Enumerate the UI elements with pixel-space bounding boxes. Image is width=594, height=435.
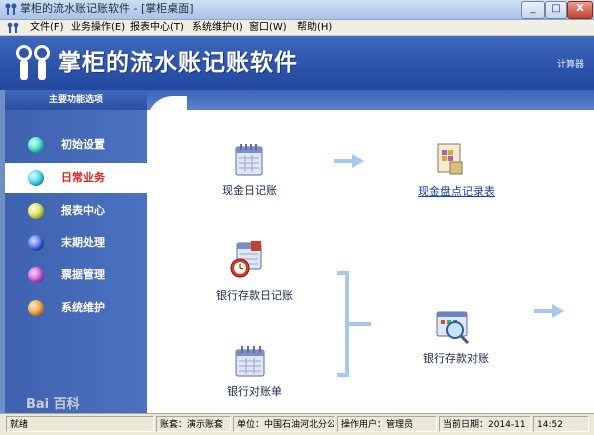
app-logo-icon (5, 3, 17, 15)
cash-count-sheet-icon (437, 143, 463, 175)
orb-icon (28, 203, 44, 219)
module-bank-statement-label: 银行对账单 (227, 385, 282, 398)
sidebar-item-label: 系统维护 (61, 301, 105, 314)
logo-icon (16, 45, 50, 80)
sidebar-item-period-end[interactable]: 末期处理 (5, 228, 147, 258)
calculator-link[interactable]: 计算器 (557, 57, 584, 70)
orb-icon (28, 137, 44, 153)
sidebar: 主要功能选项 初始设置 日常业务 报表中心 末期处理 票据管理 系统维护 (5, 90, 147, 413)
sidebar-item-system-maintenance[interactable]: 系统维护 (5, 293, 147, 323)
status-bar: 就绪 账套：演示账套 单位：中国石油河北分公 操作用户：管理员 当前日期：201… (0, 413, 594, 435)
module-bank-journal-label: 银行存款日记账 (216, 289, 293, 302)
module-cash-journal-label: 现金日记账 (222, 184, 277, 197)
orb-icon (28, 300, 44, 316)
app-window: 掌柜的流水账记账软件 - [掌柜桌面] _ □ X 文件(F) 业务操作(E) … (0, 0, 594, 435)
menu-bar: 文件(F) 业务操作(E) 报表中心(T) 系统维护(I) 窗口(W) 帮助(H… (0, 20, 594, 36)
module-bank-reconcile-label: 银行存款对账 (423, 352, 489, 365)
orb-icon (28, 235, 44, 251)
sidebar-item-voucher-management[interactable]: 票据管理 (5, 260, 147, 290)
title-bar[interactable]: 掌柜的流水账记账软件 - [掌柜桌面] _ □ X (0, 0, 594, 20)
journal-book-icon (235, 144, 263, 176)
orb-icon (28, 267, 44, 283)
main-panel: 现金日记账 现金盘点记录表 银行存款日记账 银行存款对账 银行对账单 (147, 90, 594, 413)
status-unit: 单位：中国石油河北分公 (233, 416, 335, 432)
sidebar-item-daily-business[interactable]: 日常业务 (5, 163, 147, 193)
sidebar-item-label: 报表中心 (61, 204, 105, 217)
menu-file[interactable]: 文件(F) (30, 21, 64, 34)
module-cash-count-label[interactable]: 现金盘点记录表 (418, 185, 495, 198)
maximize-button[interactable]: □ (545, 1, 567, 19)
sidebar-item-label: 票据管理 (61, 268, 105, 281)
status-time: 14:52 (533, 416, 589, 432)
app-logo-icon (7, 22, 19, 33)
sidebar-item-label: 日常业务 (61, 171, 105, 184)
status-book: 账套：演示账套 (156, 416, 231, 432)
menu-business[interactable]: 业务操作(E) (71, 21, 125, 34)
main-panel-header (147, 90, 594, 110)
status-date: 当前日期：2014-11 (439, 416, 531, 432)
main-panel-body: 现金日记账 现金盘点记录表 银行存款日记账 银行存款对账 银行对账单 (147, 110, 594, 413)
sidebar-header: 主要功能选项 (5, 90, 147, 110)
close-button[interactable]: X (567, 1, 593, 19)
sidebar-item-label: 末期处理 (61, 236, 105, 249)
watermark: Bai 百科 (26, 397, 80, 412)
menu-reports[interactable]: 报表中心(T) (130, 21, 184, 34)
arrow-right-icon (334, 154, 364, 168)
window-title: 掌柜的流水账记账软件 - [掌柜桌面] (20, 2, 194, 15)
arrow-right-icon (534, 304, 564, 318)
bank-reconcile-icon (436, 311, 470, 345)
menu-help[interactable]: 帮助(H) (297, 21, 332, 34)
status-user: 操作用户：管理员 (337, 416, 437, 432)
status-ready: 就绪 (6, 416, 154, 432)
minimize-button[interactable]: _ (521, 1, 545, 19)
sidebar-item-report-center[interactable]: 报表中心 (5, 196, 147, 226)
bracket-connector (337, 271, 371, 377)
orb-icon (28, 170, 44, 186)
menu-system[interactable]: 系统维护(I) (192, 21, 243, 34)
sidebar-item-initial-setup[interactable]: 初始设置 (5, 130, 147, 160)
sidebar-item-label: 初始设置 (61, 138, 105, 151)
menu-window[interactable]: 窗口(W) (249, 21, 287, 34)
bank-statement-icon (235, 346, 265, 377)
banner: 掌柜的流水账记账软件 (0, 36, 594, 90)
bank-journal-icon (230, 241, 262, 278)
app-title: 掌柜的流水账记账软件 (58, 50, 298, 76)
